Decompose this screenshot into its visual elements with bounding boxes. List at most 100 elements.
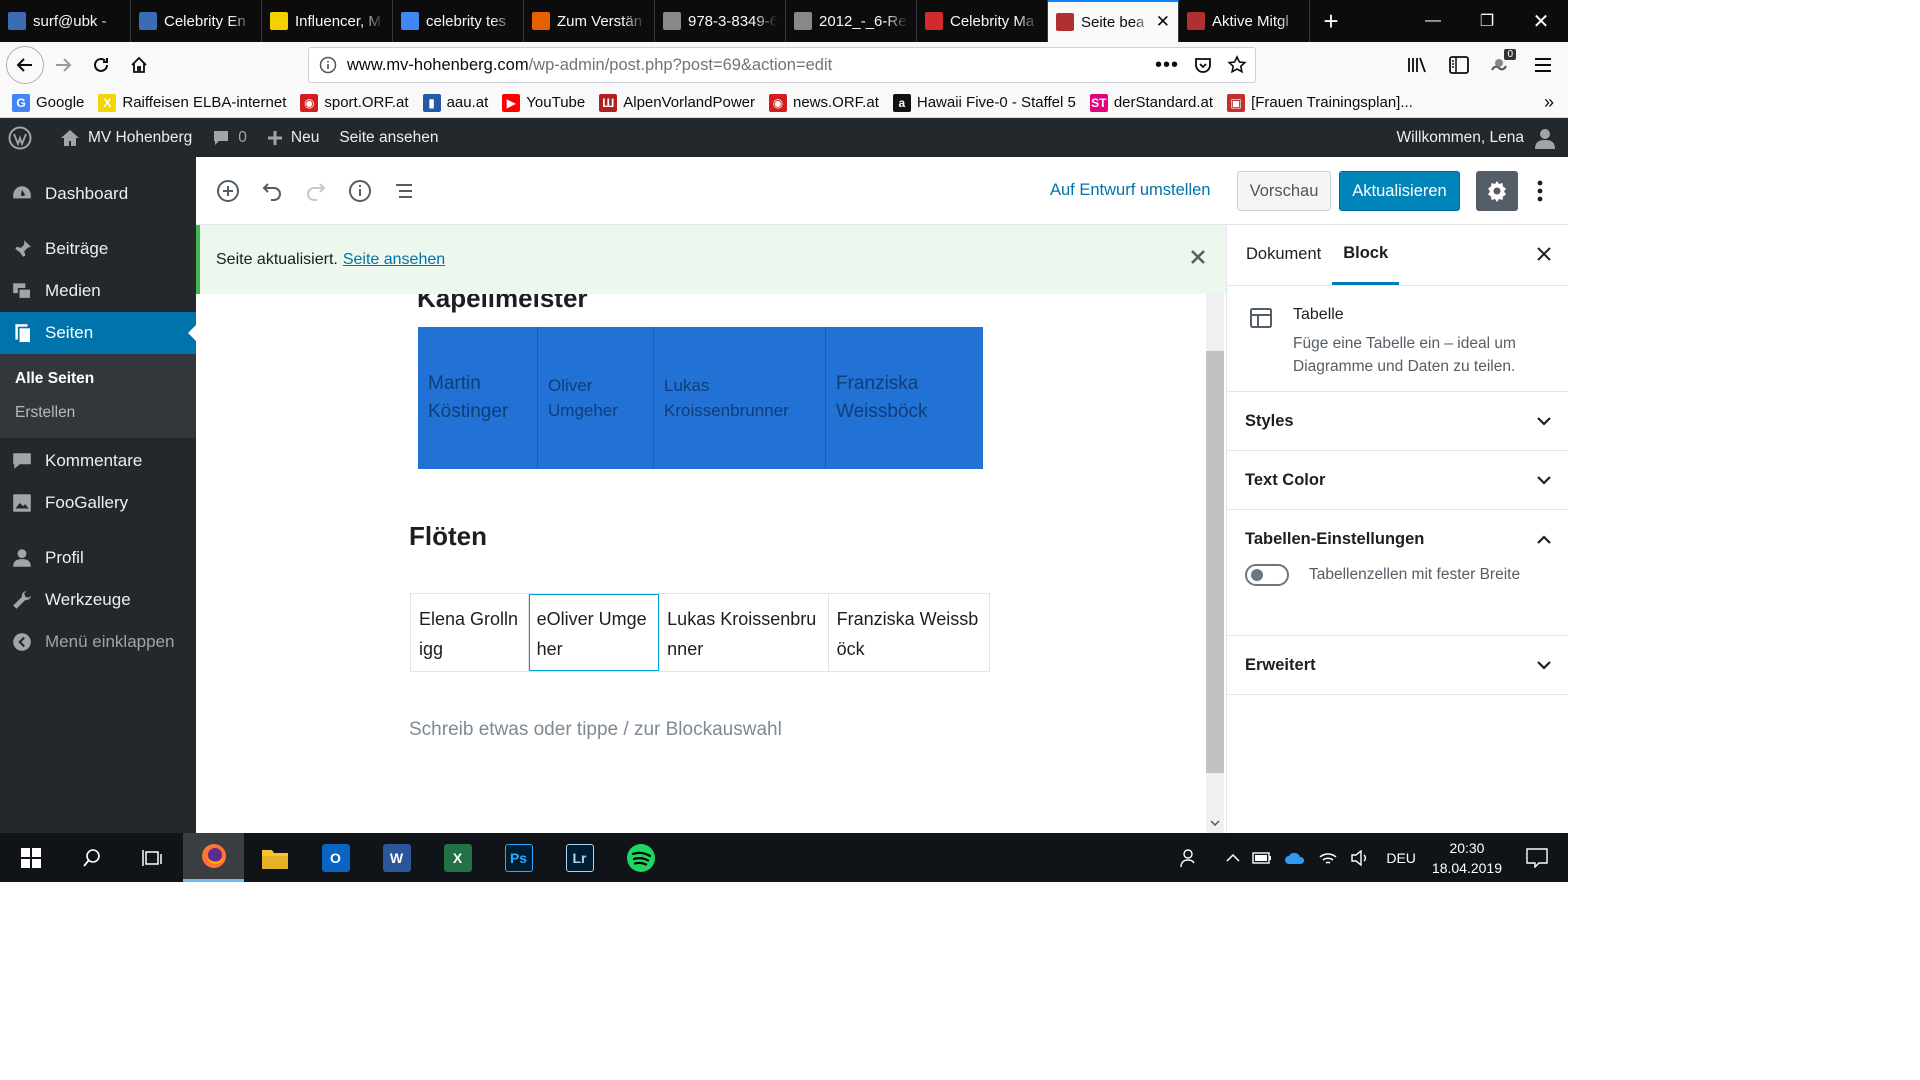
more-tools-button[interactable]	[1530, 177, 1550, 205]
onedrive-icon[interactable]	[1284, 851, 1306, 865]
view-page-link[interactable]: Seite ansehen	[329, 118, 448, 157]
extension-button[interactable]: 0	[1482, 46, 1520, 84]
menu-button[interactable]	[1524, 46, 1562, 84]
settings-button[interactable]	[1476, 171, 1518, 211]
task-view-button[interactable]	[122, 833, 183, 882]
styles-section-toggle[interactable]: Styles	[1227, 392, 1568, 451]
bookmark-item[interactable]: G Google	[12, 93, 84, 112]
sidebar-item-pages[interactable]: Seiten	[0, 312, 196, 354]
restore-button[interactable]: ❐	[1460, 0, 1514, 42]
sidebar-item-user[interactable]: Profil	[0, 537, 196, 579]
new-content-menu[interactable]: Neu	[257, 118, 329, 157]
forward-button[interactable]	[44, 46, 82, 84]
table-cell[interactable]: Franziska Weissböck	[829, 594, 989, 671]
bookmark-item[interactable]: ▮ aau.at	[422, 93, 488, 112]
bookmark-item[interactable]: ▣ [Frauen Trainingsplan]...	[1227, 93, 1413, 112]
chevron-up-icon[interactable]	[1226, 853, 1240, 863]
sidebar-item-comment[interactable]: Kommentare	[0, 440, 196, 482]
browser-tab[interactable]: celebrity tes	[393, 0, 524, 42]
start-button[interactable]	[0, 833, 61, 882]
wp-logo-menu[interactable]	[0, 118, 50, 157]
redo-button[interactable]	[302, 177, 330, 205]
url-bar[interactable]: www.mv-hohenberg.com/wp-admin/post.php?p…	[308, 47, 1256, 83]
heading-floeten[interactable]: Flöten	[409, 521, 487, 552]
bookmark-star-icon[interactable]	[1227, 55, 1247, 75]
switch-to-draft-link[interactable]: Auf Entwurf umstellen	[1050, 181, 1211, 200]
scroll-down-arrow-icon[interactable]	[1206, 813, 1224, 833]
advanced-section-toggle[interactable]: Erweitert	[1227, 636, 1568, 695]
bookmark-item[interactable]: a Hawaii Five-0 - Staffel 5	[892, 93, 1076, 112]
sidebar-item-pin[interactable]: Beiträge	[0, 228, 196, 270]
browser-tab[interactable]: 2012_-_6-Reutlin	[786, 0, 917, 42]
browser-tab[interactable]: surf@ubk -	[0, 0, 131, 42]
sidebar-item-wrench[interactable]: Werkzeuge	[0, 579, 196, 621]
submenu-create[interactable]: Erstellen	[0, 396, 196, 430]
close-notice-icon[interactable]	[1190, 249, 1206, 265]
library-button[interactable]	[1398, 46, 1436, 84]
tab-document[interactable]: Dokument	[1235, 224, 1332, 285]
battery-icon[interactable]	[1252, 851, 1272, 865]
my-account-menu[interactable]: Willkommen, Lena	[1397, 118, 1557, 157]
sidebar-item-collapse[interactable]: Menü einklappen	[0, 621, 196, 663]
bookmark-item[interactable]: ST derStandard.at	[1089, 93, 1213, 112]
sidebar-item-dashboard[interactable]: Dashboard	[0, 173, 196, 215]
browser-tab[interactable]: Celebrity Ma	[917, 0, 1048, 42]
content-info-button[interactable]	[346, 177, 374, 205]
browser-tab[interactable]: 978-3-8349-672	[655, 0, 786, 42]
add-block-button[interactable]	[214, 177, 242, 205]
taskbar-lightroom[interactable]: Lr	[549, 833, 610, 882]
browser-tab[interactable]: Aktive Mitgl	[1179, 0, 1310, 42]
browser-tab[interactable]: Zum Verstän	[524, 0, 655, 42]
sidebar-item-media[interactable]: Medien	[0, 270, 196, 312]
input-language[interactable]: DEU	[1386, 850, 1416, 866]
bookmark-item[interactable]: ◉ news.ORF.at	[769, 93, 879, 112]
browser-tab[interactable]: Seite bea ✕	[1048, 0, 1179, 42]
table-kapellmeister[interactable]: Martin Köstinger Oliver Umgeher Lukas Kr…	[418, 327, 983, 469]
search-button[interactable]	[61, 833, 122, 882]
bookmarks-overflow-icon[interactable]: »	[1544, 92, 1554, 113]
preview-button[interactable]: Vorschau	[1237, 171, 1331, 211]
table-cell-selected[interactable]: eOliver Umgeher	[528, 594, 660, 671]
table-cell[interactable]: Elena Grollnigg	[411, 594, 529, 671]
fixed-width-toggle[interactable]	[1245, 564, 1289, 586]
tab-block[interactable]: Block	[1332, 224, 1400, 285]
close-window-button[interactable]: ✕	[1514, 0, 1568, 42]
update-button[interactable]: Aktualisieren	[1339, 171, 1460, 211]
reload-button[interactable]	[82, 46, 120, 84]
table-cell[interactable]: Martin Köstinger	[418, 327, 538, 469]
taskbar-excel[interactable]: X	[427, 833, 488, 882]
close-tab-icon[interactable]: ✕	[1156, 12, 1170, 32]
notifications-icon[interactable]	[1526, 847, 1548, 868]
taskbar-outlook[interactable]: O	[305, 833, 366, 882]
taskbar-photoshop[interactable]: Ps	[488, 833, 549, 882]
page-actions-icon[interactable]: •••	[1155, 54, 1179, 77]
block-navigation-button[interactable]	[390, 177, 418, 205]
table-cell[interactable]: Franziska Weissböck	[826, 327, 983, 469]
browser-tab[interactable]: Influencer, M	[262, 0, 393, 42]
taskbar-spotify[interactable]	[610, 833, 671, 882]
comments-menu[interactable]: 0	[202, 118, 257, 157]
taskbar-word[interactable]: W	[366, 833, 427, 882]
browser-tab[interactable]: Celebrity En	[131, 0, 262, 42]
table-cell[interactable]: Lukas Kroissenbrunner	[654, 327, 826, 469]
bookmark-item[interactable]: ▶ YouTube	[502, 93, 585, 112]
table-cell[interactable]: Lukas Kroissenbrunner	[659, 594, 829, 671]
bookmark-item[interactable]: X Raiffeisen ELBA-internet	[98, 93, 286, 112]
taskbar-file-explorer[interactable]	[244, 833, 305, 882]
site-name-menu[interactable]: MV Hohenberg	[50, 118, 202, 157]
sidebar-item-gallery[interactable]: FooGallery	[0, 482, 196, 524]
bookmark-item[interactable]: Ш AlpenVorlandPower	[599, 93, 755, 112]
text-color-section-toggle[interactable]: Text Color	[1227, 451, 1568, 510]
volume-icon[interactable]	[1350, 849, 1370, 866]
minimize-button[interactable]: —	[1406, 0, 1460, 42]
submenu-all-pages[interactable]: Alle Seiten	[0, 362, 196, 396]
site-info-icon[interactable]	[319, 56, 337, 74]
close-settings-icon[interactable]	[1536, 246, 1552, 262]
people-icon[interactable]	[1180, 848, 1200, 868]
undo-button[interactable]	[258, 177, 286, 205]
table-settings-toggle[interactable]: Tabellen-Einstellungen	[1245, 510, 1552, 569]
table-floeten[interactable]: Elena Grollnigg eOliver Umgeher Lukas Kr…	[410, 593, 990, 672]
wifi-icon[interactable]	[1318, 850, 1338, 866]
bookmark-item[interactable]: ◉ sport.ORF.at	[300, 93, 409, 112]
scrollbar-thumb[interactable]	[1206, 351, 1224, 773]
